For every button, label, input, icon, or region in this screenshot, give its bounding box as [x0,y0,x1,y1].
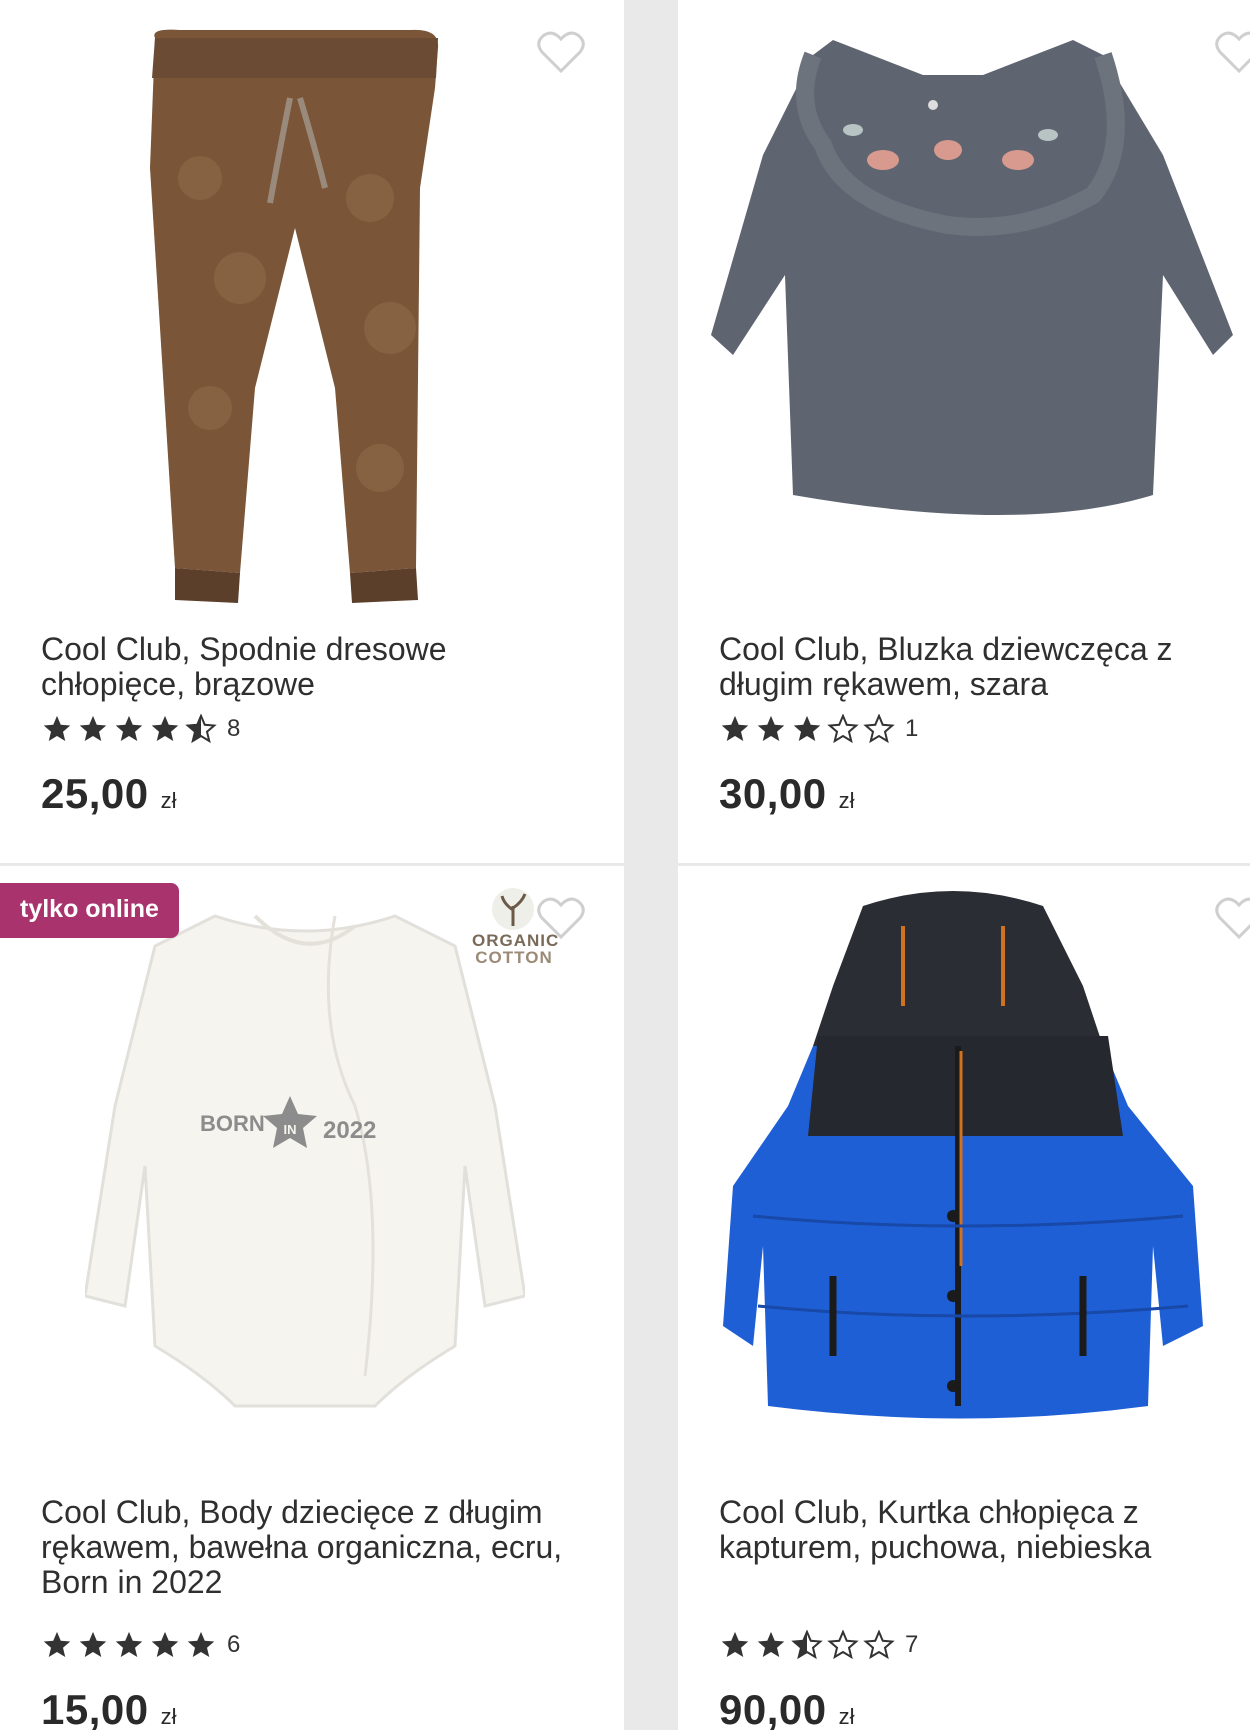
rating-count: 7 [905,1631,919,1658]
product-title[interactable]: Cool Club, Spodnie dresowe chłopięce, br… [41,632,581,702]
star-full-icon [115,1631,143,1657]
price-amount: 90,00 [719,1686,827,1730]
star-full-icon [151,1631,179,1657]
star-full-icon [79,1631,107,1657]
star-half-icon [791,1630,823,1660]
bodysuit-print-year: 2022 [323,1117,376,1144]
price-amount: 15,00 [41,1686,149,1730]
rating-stars: 7 [719,1630,918,1660]
price-currency: zł [160,788,177,813]
price-currency: zł [160,1704,177,1729]
price-amount: 30,00 [719,770,827,817]
online-only-badge: tylko online [0,883,179,938]
product-image[interactable] [723,886,1203,1436]
star-full-icon [79,715,107,741]
star-full-icon [757,1631,785,1657]
product-title[interactable]: Cool Club, Body dziecięce z długim rękaw… [41,1495,581,1600]
star-half-icon [185,714,217,744]
product-image[interactable] [120,28,470,603]
star-full-icon [43,1631,71,1657]
bodysuit-print-in: IN [284,1122,297,1137]
favorite-heart-icon[interactable] [537,30,585,74]
rating-count: 6 [227,1631,241,1658]
product-image[interactable]: BORN IN 2022 [85,906,525,1416]
favorite-heart-icon[interactable] [537,896,585,940]
favorite-heart-icon[interactable] [1215,30,1250,74]
favorite-heart-icon[interactable] [1215,896,1250,940]
rating-stars: 6 [41,1630,240,1660]
star-empty-icon [827,1630,859,1660]
product-card[interactable]: Cool Club, Bluzka dziewczęca z długim rę… [678,0,1250,863]
star-full-icon [721,1631,749,1657]
rating-count: 8 [227,715,241,742]
rating-stars: 1 [719,714,918,744]
product-card[interactable]: BORN IN 2022 tylko online ORGANIC COTTON… [0,866,624,1730]
star-full-icon [757,715,785,741]
star-full-icon [187,1631,215,1657]
price-amount: 25,00 [41,770,149,817]
product-price: 15,00 zł [41,1686,177,1730]
rating-stars: 8 [41,714,240,744]
price-currency: zł [838,788,855,813]
product-image[interactable] [693,25,1248,535]
product-title[interactable]: Cool Club, Bluzka dziewczęca z długim rę… [719,632,1250,702]
product-price: 25,00 zł [41,770,177,818]
price-currency: zł [838,1704,855,1729]
star-full-icon [721,715,749,741]
star-full-icon [793,715,821,741]
product-card[interactable]: Cool Club, Spodnie dresowe chłopięce, br… [0,0,624,863]
star-full-icon [43,715,71,741]
product-price: 90,00 zł [719,1686,855,1730]
tree-icon [500,893,527,926]
product-price: 30,00 zł [719,770,855,818]
star-full-icon [115,715,143,741]
cotton-label: COTTON [475,948,553,967]
star-empty-icon [827,714,859,744]
rating-count: 1 [905,715,919,742]
bodysuit-print-born: BORN [200,1111,265,1136]
product-card[interactable]: Cool Club, Kurtka chłopięca z kapturem, … [678,866,1250,1730]
star-full-icon [151,715,179,741]
product-title[interactable]: Cool Club, Kurtka chłopięca z kapturem, … [719,1495,1250,1565]
star-empty-icon [863,1630,895,1660]
star-empty-icon [863,714,895,744]
